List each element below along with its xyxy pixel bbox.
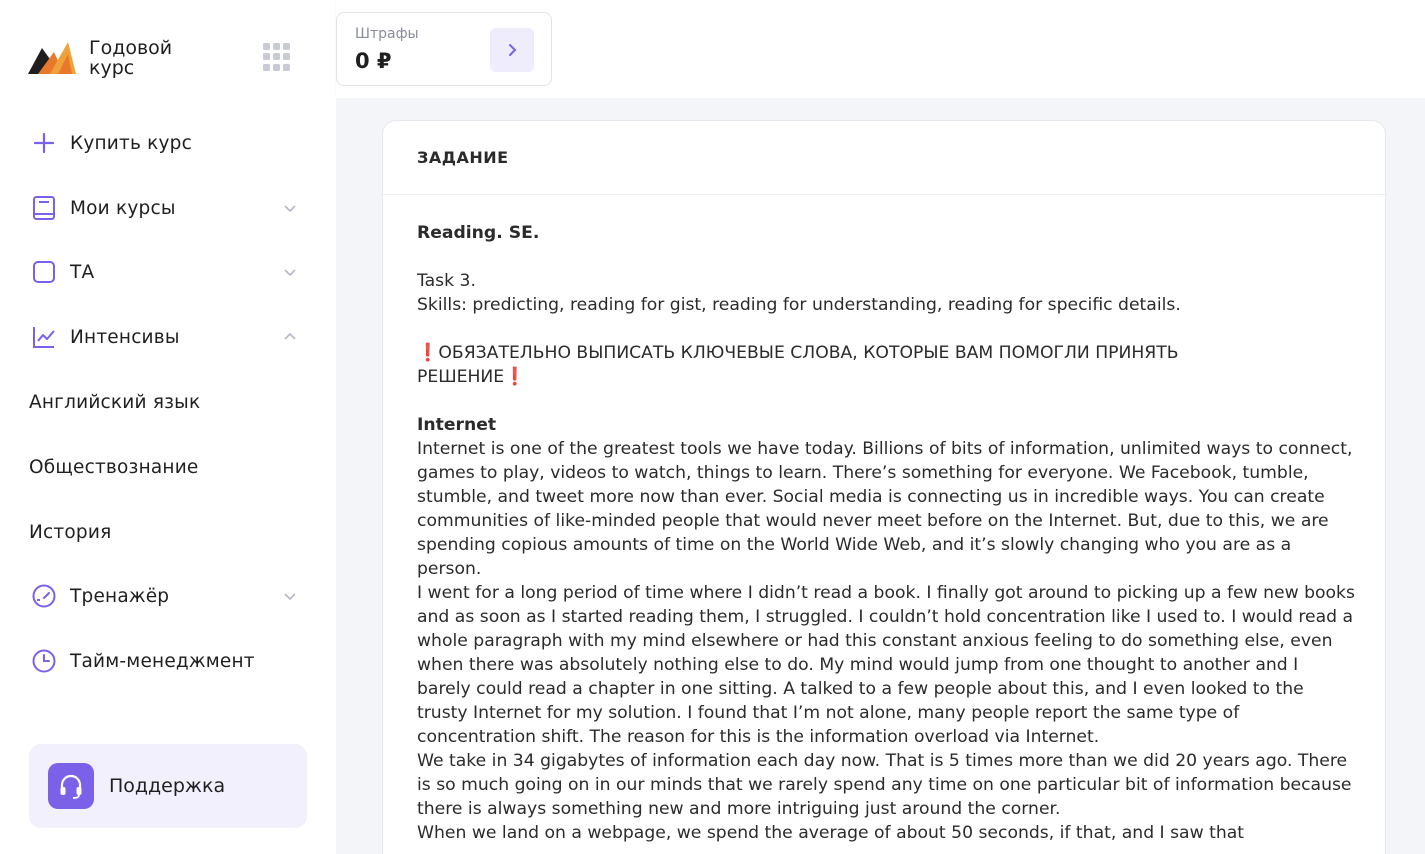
fines-label: Штрафы [355, 26, 419, 42]
headset-icon [48, 763, 94, 809]
brand-logo[interactable]: Годовой курс [28, 38, 172, 78]
sidebar-item-label: Тренажёр [70, 585, 170, 607]
task-card: ЗАДАНИЕ Reading. SE. Task 3. Skills: pre… [382, 120, 1386, 854]
task-header-title: ЗАДАНИЕ [417, 148, 509, 167]
exclamation-icon: ❗ [504, 367, 526, 387]
sidebar-item-english[interactable]: Английский язык [29, 382, 305, 422]
sidebar-item-intensives[interactable]: Интенсивы [30, 317, 306, 357]
gauge-icon [30, 582, 58, 610]
paragraph: I went for a long period of time where I… [417, 583, 1355, 747]
apps-grid-icon[interactable] [263, 43, 291, 71]
sidebar-item-ta[interactable]: ТА [30, 252, 306, 292]
square-icon [30, 258, 58, 286]
brand-name: Годовой курс [89, 38, 172, 78]
support-label: Поддержка [109, 775, 226, 797]
paragraph: When we land on a webpage, we spend the … [417, 823, 1245, 843]
notice-line2: РЕШЕНИЕ [417, 367, 505, 387]
sidebar-item-social-studies[interactable]: Обществознание [29, 447, 305, 487]
sidebar-item-label: История [29, 521, 112, 543]
sidebar-item-label: Купить курс [70, 132, 192, 154]
sidebar: Годовой курс Купить курс Мои курсы ТА Ин… [0, 0, 336, 854]
notice-line1: ОБЯЗАТЕЛЬНО ВЫПИСАТЬ КЛЮЧЕВЫЕ СЛОВА, КОТ… [438, 343, 1179, 363]
sidebar-item-label: Обществознание [29, 456, 199, 478]
sidebar-item-buy-course[interactable]: Купить курс [30, 123, 306, 163]
sidebar-item-label: Интенсивы [70, 326, 180, 348]
brand-line1: Годовой [89, 37, 173, 59]
chevron-down-icon[interactable] [282, 264, 298, 280]
task-body: Reading. SE. Task 3. Skills: predicting,… [383, 195, 1385, 845]
fines-card: Штрафы 0 ₽ [336, 12, 552, 86]
chevron-down-icon[interactable] [282, 200, 298, 216]
logo-mark-icon [28, 42, 76, 74]
sidebar-item-label: Английский язык [29, 391, 201, 413]
plus-icon [30, 129, 58, 157]
chart-line-icon [30, 323, 58, 351]
sidebar-item-label: ТА [70, 261, 95, 283]
task-number: Task 3. [417, 271, 476, 291]
paragraph: We take in 34 gigabytes of information e… [417, 751, 1352, 819]
book-icon [30, 194, 58, 222]
chevron-right-icon [509, 44, 517, 56]
fines-open-button[interactable] [490, 28, 534, 72]
section-title: Internet [417, 415, 497, 435]
brand-line2: курс [89, 57, 135, 79]
sidebar-item-history[interactable]: История [29, 512, 305, 552]
clock-icon [30, 647, 58, 675]
exclamation-icon: ❗ [417, 343, 439, 363]
task-title: Reading. SE. [417, 223, 540, 243]
chevron-down-icon[interactable] [282, 588, 298, 604]
support-button[interactable]: Поддержка [29, 744, 307, 828]
sidebar-item-time-management[interactable]: Тайм-менеджмент [30, 641, 306, 681]
task-skills: Skills: predicting, reading for gist, re… [417, 295, 1181, 315]
sidebar-item-label: Мои курсы [70, 197, 176, 219]
sidebar-item-my-courses[interactable]: Мои курсы [30, 188, 306, 228]
paragraph: Internet is one of the greatest tools we… [417, 439, 1353, 579]
task-header: ЗАДАНИЕ [383, 121, 1385, 195]
fines-value: 0 ₽ [355, 49, 392, 73]
sidebar-item-label: Тайм-менеджмент [70, 650, 255, 672]
chevron-up-icon[interactable] [282, 329, 298, 345]
sidebar-item-trainer[interactable]: Тренажёр [30, 576, 306, 616]
task-notice: ❗ОБЯЗАТЕЛЬНО ВЫПИСАТЬ КЛЮЧЕВЫЕ СЛОВА, КО… [417, 341, 1355, 389]
